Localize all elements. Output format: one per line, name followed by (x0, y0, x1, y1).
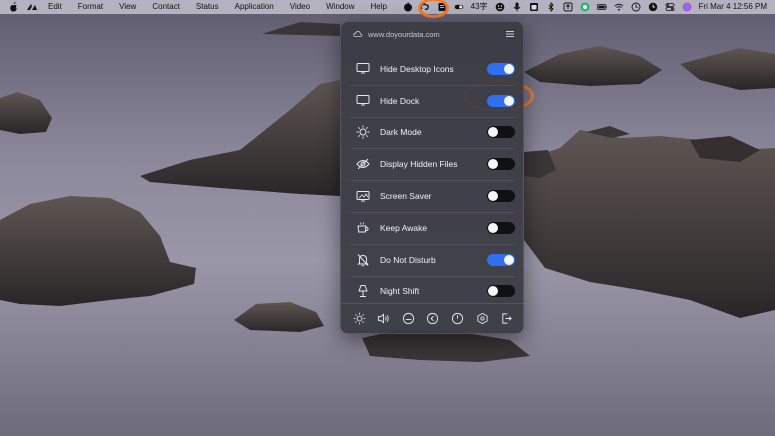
toggle-row-screen-saver: Screen Saver (341, 180, 525, 212)
upload-icon[interactable] (563, 2, 573, 12)
menu-help[interactable]: Help (363, 0, 395, 14)
toggle-row-do-not-disturb: Do Not Disturb (341, 243, 525, 276)
eye-slash-icon (356, 157, 370, 171)
toggle-label: Dark Mode (380, 127, 422, 138)
screen-saver-toggle[interactable] (487, 190, 515, 203)
monitor-icon (356, 94, 370, 108)
menu-edit[interactable]: Edit (38, 0, 70, 14)
notes-icon[interactable] (437, 2, 447, 12)
toggle-label: Night Shift (380, 286, 420, 297)
sleep-icon[interactable] (401, 312, 415, 326)
menu-video[interactable]: Video (282, 0, 318, 14)
dark-mode-toggle[interactable] (487, 126, 515, 139)
toggle-row-hide-desktop-icons: Hide Desktop Icons (341, 53, 525, 85)
menu-view[interactable]: View (111, 0, 144, 14)
control-center-icon[interactable] (665, 2, 675, 12)
siri-icon[interactable] (682, 2, 692, 12)
hide-dock-toggle[interactable] (487, 94, 515, 107)
wifi-icon[interactable] (614, 2, 624, 12)
menu-window[interactable]: Window (318, 0, 362, 14)
window-icon[interactable] (529, 2, 539, 12)
toggle-label: Screen Saver (380, 191, 432, 202)
menu-status[interactable]: Status (188, 0, 227, 14)
panel-footer (341, 303, 525, 333)
toggle-label: Keep Awake (380, 222, 428, 233)
toggle-row-hide-dock: Hide Dock (341, 84, 525, 117)
toggle-knob (488, 127, 498, 138)
toggle-list: Hide Desktop Icons Hide Dock Dark Mode D… (341, 53, 525, 307)
apple-logo-icon[interactable] (9, 0, 18, 14)
screen-saver-icon (356, 189, 370, 203)
one-switch-icon[interactable] (454, 2, 464, 12)
battery-icon[interactable] (596, 2, 607, 12)
power-icon[interactable] (451, 312, 465, 326)
green-circle-icon[interactable] (580, 2, 590, 12)
night-shift-toggle[interactable] (487, 285, 515, 298)
menu-bar: Edit Format View Contact Status Applicat… (0, 0, 775, 14)
app-icon[interactable] (26, 0, 38, 14)
lamp-icon (356, 284, 370, 298)
site-link[interactable]: www.doyourdata.com (368, 30, 505, 39)
toggle-label: Display Hidden Files (380, 159, 458, 170)
toggle-row-dark-mode: Dark Mode (341, 116, 525, 149)
display-hidden-files-toggle[interactable] (487, 158, 515, 171)
toggle-label: Do Not Disturb (380, 254, 436, 265)
toggle-label: Hide Dock (380, 95, 420, 106)
keep-awake-toggle[interactable] (487, 221, 515, 234)
menu-contact[interactable]: Contact (144, 0, 188, 14)
toggle-knob (504, 63, 514, 74)
toggle-knob (504, 254, 514, 265)
sun-icon (356, 125, 370, 139)
menu-application[interactable]: Application (227, 0, 282, 14)
menu-bar-clock[interactable]: Fri Mar 4 12:56 PM (699, 0, 767, 14)
toggle-knob (488, 191, 498, 202)
toggle-row-display-hidden-files: Display Hidden Files (341, 148, 525, 180)
monitor-icon (356, 62, 370, 76)
apple-music-icon[interactable] (403, 2, 413, 12)
volume-icon[interactable] (377, 312, 391, 326)
cloud-icon (353, 29, 363, 39)
one-switch-panel: www.doyourdata.com Hide Desktop Icons Hi… (340, 21, 525, 334)
microphone-icon[interactable] (512, 2, 522, 12)
brightness-icon[interactable] (352, 312, 366, 326)
menu-format[interactable]: Format (70, 0, 111, 14)
time-machine-icon[interactable] (631, 2, 641, 12)
toggle-knob (488, 286, 498, 297)
panel-header: www.doyourdata.com (341, 22, 525, 46)
toggle-label: Hide Desktop Icons (380, 63, 454, 74)
hide-desktop-icons-toggle[interactable] (487, 62, 515, 75)
creative-cloud-icon[interactable] (419, 2, 430, 12)
toggle-knob (504, 95, 514, 106)
toggle-row-keep-awake: Keep Awake (341, 211, 525, 244)
bell-slash-icon (356, 253, 370, 267)
quit-icon[interactable] (500, 312, 514, 326)
clock-icon[interactable] (648, 2, 658, 12)
do-not-disturb-toggle[interactable] (487, 253, 515, 266)
toggle-knob (488, 159, 498, 170)
coffee-cup-icon (356, 221, 370, 235)
settings-icon[interactable] (475, 312, 489, 326)
hamburger-menu-icon[interactable] (505, 29, 515, 39)
back-icon[interactable] (426, 312, 440, 326)
bluetooth-icon[interactable] (546, 2, 556, 12)
toggle-knob (488, 222, 498, 233)
smiley-icon[interactable] (495, 2, 505, 12)
input-method-icon[interactable]: 43字 (471, 0, 488, 14)
